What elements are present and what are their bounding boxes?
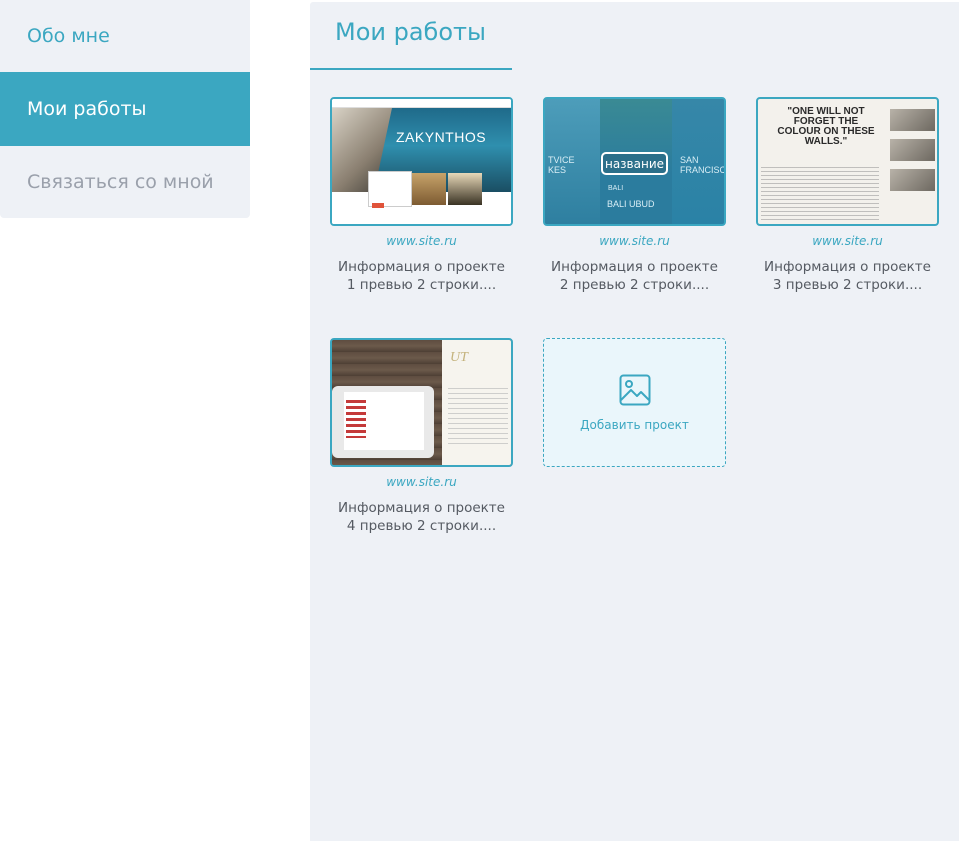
description-line: 4 превью 2 строки.... — [346, 518, 497, 534]
description-line: 2 превью 2 строки.... — [559, 277, 710, 293]
main-panel: Мои работы ZAKYNTHOS www.site.ru Информа… — [310, 2, 959, 841]
project-thumbnail-1[interactable]: ZAKYNTHOS — [330, 97, 513, 226]
thumb-hero-text: ZAKYNTHOS — [396, 129, 487, 145]
project-description-2: Информация о проекте 2 превью 2 строки..… — [543, 258, 726, 294]
project-link-3[interactable]: www.site.ru — [756, 234, 939, 248]
thumb-photo — [890, 169, 935, 191]
page-title: Мои работы — [335, 18, 486, 46]
thumb-text: BALI — [608, 185, 624, 192]
description-line: Информация о проекте — [338, 500, 505, 516]
description-line: 3 превью 2 строки.... — [772, 277, 923, 293]
sidebar-item-my-works[interactable]: Мои работы — [0, 72, 250, 146]
project-name-badge: название — [601, 152, 668, 175]
thumb-photo — [412, 173, 446, 205]
project-card-2: TVICE KES BALI BALI UBUD SAN FRANCISCO н… — [543, 97, 726, 294]
project-thumbnail-2[interactable]: TVICE KES BALI BALI UBUD SAN FRANCISCO н… — [543, 97, 726, 226]
thumb-navbar — [332, 99, 511, 108]
thumb-text-lines — [761, 167, 879, 222]
thumb-photo — [890, 139, 935, 161]
sidebar: Обо мне Мои работы Связаться со мной — [0, 0, 250, 218]
thumb-photo — [448, 173, 482, 205]
description-line: Информация о проекте — [764, 259, 931, 275]
project-card-4: UT www.site.ru Информация о проекте 4 пр… — [330, 338, 513, 535]
thumb-text-lines — [448, 388, 508, 448]
project-description-3: Информация о проекте 3 превью 2 строки..… — [756, 258, 939, 294]
thumb-photo — [890, 109, 935, 131]
project-description-1: Информация о проекте 1 превью 2 строки..… — [330, 258, 513, 294]
description-line: Информация о проекте — [551, 259, 718, 275]
thumb-quote: "ONE WILL NOT FORGET THE COLOUR ON THESE… — [777, 106, 875, 147]
title-underline — [310, 68, 512, 70]
project-description-4: Информация о проекте 4 превью 2 строки..… — [330, 499, 513, 535]
description-line: 1 превью 2 строки.... — [346, 277, 497, 293]
thumb-booking-panel — [368, 171, 412, 207]
project-card-3: "ONE WILL NOT FORGET THE COLOUR ON THESE… — [756, 97, 939, 294]
thumb-footer — [332, 212, 511, 224]
thumb-text: TVICE — [548, 155, 575, 165]
add-project-button[interactable]: Добавить проект — [543, 338, 726, 467]
project-link-2[interactable]: www.site.ru — [543, 234, 726, 248]
project-link-1[interactable]: www.site.ru — [330, 234, 513, 248]
project-link-4[interactable]: www.site.ru — [330, 475, 513, 489]
thumb-flag — [346, 400, 366, 438]
thumb-button — [372, 203, 384, 208]
sidebar-item-contact[interactable]: Связаться со мной — [0, 146, 250, 218]
thumb-logo-text: UT — [450, 350, 468, 365]
image-icon — [619, 374, 651, 406]
thumb-text: BALI UBUD — [607, 199, 655, 209]
project-card-1: ZAKYNTHOS www.site.ru Информация о проек… — [330, 97, 513, 294]
project-thumbnail-4[interactable]: UT — [330, 338, 513, 467]
thumb-text: KES — [548, 165, 567, 175]
thumb-text: SAN FRANCISCO — [680, 155, 726, 175]
project-thumbnail-3[interactable]: "ONE WILL NOT FORGET THE COLOUR ON THESE… — [756, 97, 939, 226]
sidebar-item-about[interactable]: Обо мне — [0, 0, 250, 72]
add-project-label: Добавить проект — [580, 417, 689, 432]
description-line: Информация о проекте — [338, 259, 505, 275]
